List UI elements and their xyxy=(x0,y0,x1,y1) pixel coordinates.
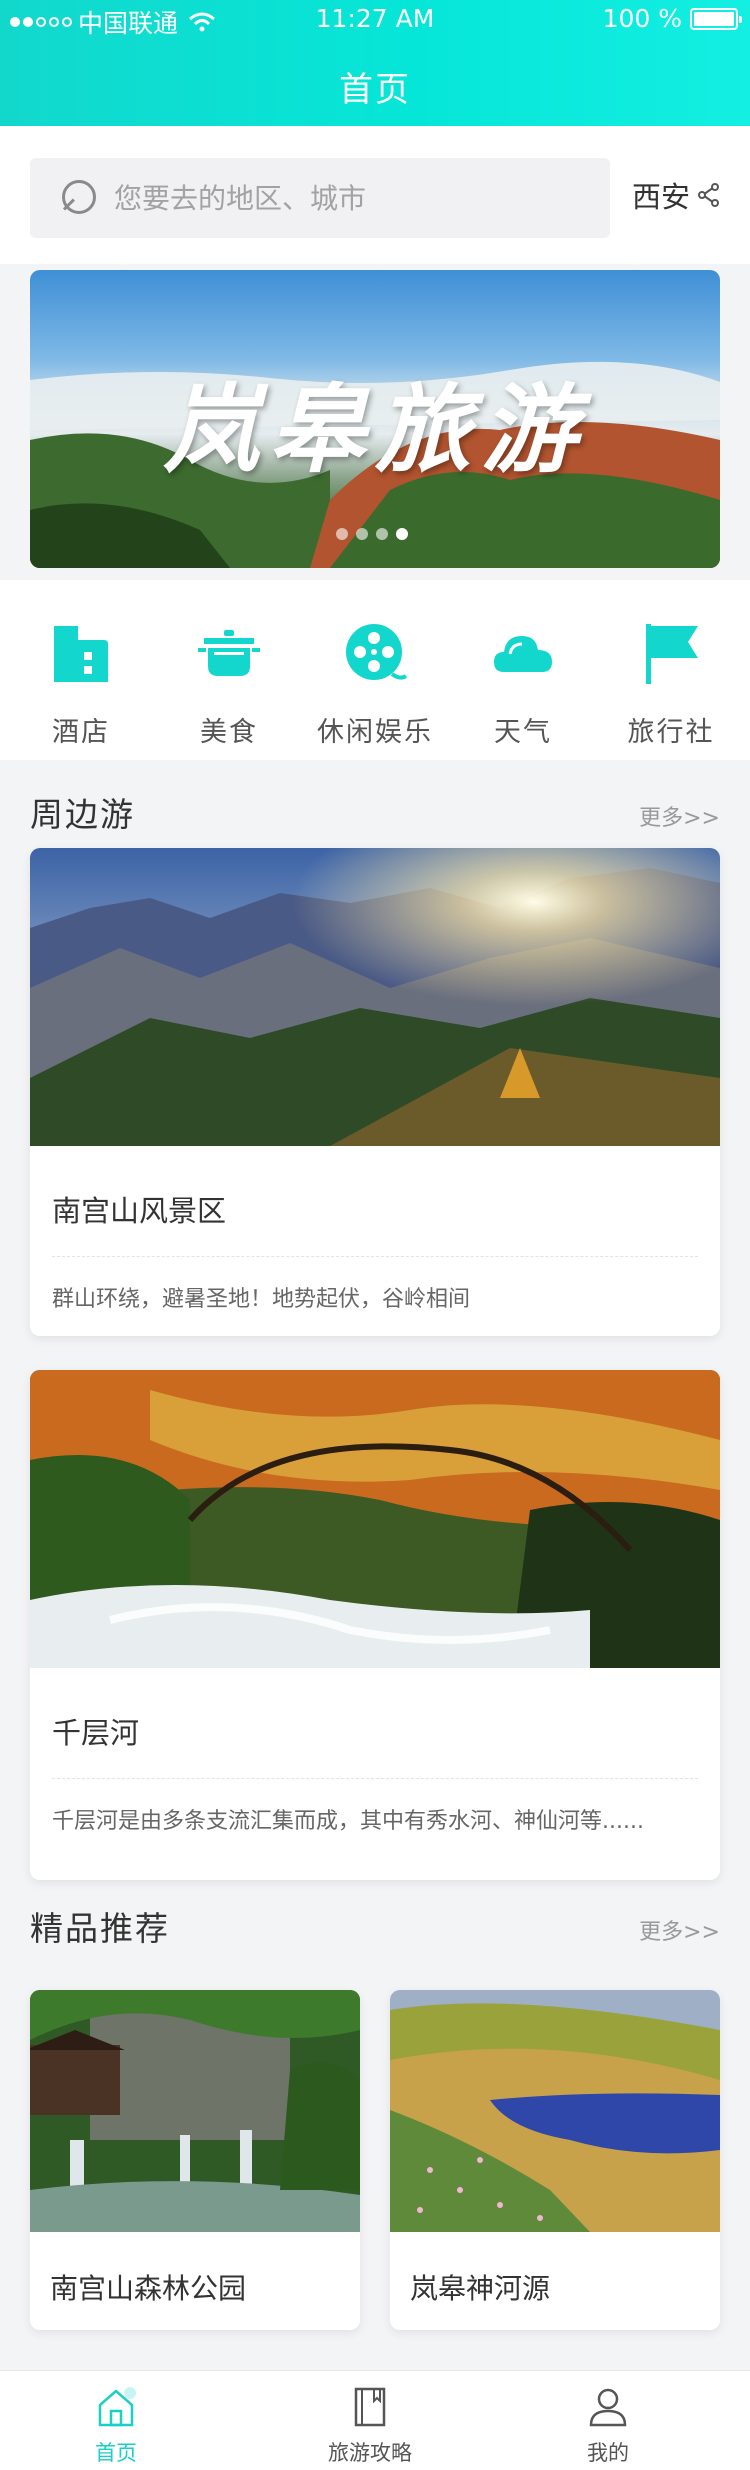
search-icon xyxy=(60,178,100,218)
share-icon xyxy=(698,183,719,207)
more-link[interactable]: 更多>> xyxy=(639,800,720,832)
cloud-icon xyxy=(494,636,552,672)
category-travel-agency[interactable]: 旅行社 xyxy=(596,620,746,749)
banner-pager[interactable] xyxy=(336,528,408,540)
guide-book-icon xyxy=(354,2387,386,2427)
city-selector[interactable]: 西安 xyxy=(632,174,720,216)
page-title: 首页 xyxy=(339,70,411,110)
section-title: 周边游 xyxy=(30,795,135,834)
recommend-name: 岚皋神河源 xyxy=(410,2272,551,2305)
search-input[interactable] xyxy=(114,181,574,215)
tab-home[interactable]: 首页 xyxy=(36,2385,196,2467)
spot-card[interactable]: 南宫山风景区 群山环绕，避暑圣地！地势起伏，谷岭相间 xyxy=(30,848,720,1336)
tab-label: 首页 xyxy=(95,2441,137,2465)
category-label: 天气 xyxy=(494,717,552,748)
category-entertainment[interactable]: 休闲娱乐 xyxy=(300,620,450,749)
category-label: 美食 xyxy=(200,717,258,748)
category-grid: 酒店 美食 休闲娱乐 天气 旅行社 xyxy=(0,580,750,760)
city-label: 西安 xyxy=(631,180,690,214)
spot-name: 南宫山风景区 xyxy=(52,1194,227,1228)
card-divider xyxy=(52,1778,698,1779)
search-box[interactable] xyxy=(30,158,610,238)
status-bar-right: 100 % xyxy=(602,4,742,33)
recommend-image xyxy=(30,1990,360,2232)
pager-dot[interactable] xyxy=(356,528,368,540)
film-reel-icon xyxy=(346,624,408,680)
tab-guide[interactable]: 旅游攻略 xyxy=(290,2385,450,2467)
banner-carousel[interactable]: 岚皋旅游 xyxy=(30,270,720,568)
bottom-tab-bar: 首页 旅游攻略 我的 xyxy=(0,2370,750,2470)
tab-profile[interactable]: 我的 xyxy=(528,2385,688,2467)
spot-image xyxy=(30,1370,720,1668)
category-label: 旅行社 xyxy=(627,717,715,748)
recommend-name: 南宫山森林公园 xyxy=(50,2272,247,2305)
category-label: 休闲娱乐 xyxy=(317,717,433,748)
tab-label: 旅游攻略 xyxy=(328,2441,412,2465)
nearby-section-header: 周边游 更多>> xyxy=(0,768,750,848)
tab-label: 我的 xyxy=(587,2441,629,2465)
category-weather[interactable]: 天气 xyxy=(448,620,598,749)
category-hotel[interactable]: 酒店 xyxy=(6,620,156,749)
pager-dot[interactable] xyxy=(376,528,388,540)
card-divider xyxy=(52,1256,698,1257)
section-title: 精品推荐 xyxy=(30,1909,170,1948)
user-icon xyxy=(589,2388,627,2427)
spot-description: 群山环绕，避暑圣地！地势起伏，谷岭相间 xyxy=(52,1287,471,1312)
battery-icon xyxy=(690,7,742,30)
recommend-card[interactable]: 岚皋神河源 xyxy=(390,1990,720,2330)
flag-icon xyxy=(646,624,698,684)
battery-percent: 100 % xyxy=(602,4,682,33)
home-icon xyxy=(98,2387,136,2427)
spot-name: 千层河 xyxy=(52,1716,140,1750)
hotel-icon xyxy=(54,626,108,682)
spot-image xyxy=(30,848,720,1146)
banner-title: 岚皋旅游 xyxy=(163,373,587,486)
category-label: 酒店 xyxy=(52,717,110,748)
more-link[interactable]: 更多>> xyxy=(639,1914,720,1946)
status-bar: 中国联通 11:27 AM 100 % xyxy=(0,0,750,40)
spot-card[interactable]: 千层河 千层河是由多条支流汇集而成，其中有秀水河、神仙河等...... xyxy=(30,1370,720,1880)
pager-dot[interactable] xyxy=(396,528,408,540)
food-pot-icon xyxy=(198,630,260,676)
spot-description: 千层河是由多条支流汇集而成，其中有秀水河、神仙河等...... xyxy=(52,1809,644,1834)
pager-dot[interactable] xyxy=(336,528,348,540)
recommend-image xyxy=(390,1990,720,2232)
app-header: 中国联通 11:27 AM 100 % 首页 xyxy=(0,0,750,126)
search-row: 西安 xyxy=(0,126,750,264)
recommend-section-header: 精品推荐 更多>> xyxy=(0,1882,750,1962)
battery-fill xyxy=(694,11,734,26)
category-food[interactable]: 美食 xyxy=(154,620,304,749)
recommend-card[interactable]: 南宫山森林公园 xyxy=(30,1990,360,2330)
